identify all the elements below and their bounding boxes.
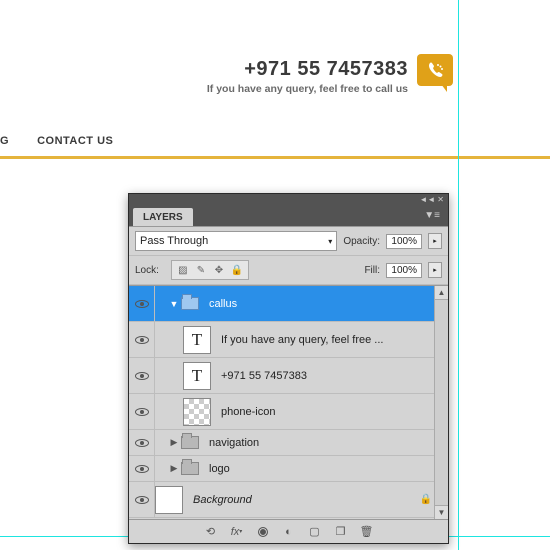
scrollbar[interactable]: ▲ ▼ [434, 286, 448, 519]
layer-name[interactable]: +971 55 7457383 [221, 370, 307, 382]
eye-icon [135, 465, 149, 473]
visibility-toggle[interactable] [129, 430, 155, 455]
fill-label: Fill: [364, 265, 380, 276]
new-layer-icon[interactable]: ❐ [333, 524, 349, 540]
lock-position-icon[interactable]: ✥ [212, 263, 226, 277]
layer-row[interactable]: T +971 55 7457383 [129, 358, 448, 394]
close-panel-icon[interactable]: ✕ [437, 195, 444, 204]
tab-layers[interactable]: LAYERS [133, 208, 193, 226]
text-layer-thumb: T [183, 362, 211, 390]
visibility-toggle[interactable] [129, 286, 155, 321]
delete-layer-icon[interactable]: 🗑 [359, 524, 375, 540]
link-layers-icon[interactable]: ⟲ [203, 524, 219, 540]
raster-layer-thumb [183, 398, 211, 426]
eye-icon [135, 372, 149, 380]
eye-icon [135, 300, 149, 308]
scroll-down-icon[interactable]: ▼ [435, 505, 448, 519]
layer-name[interactable]: logo [209, 463, 230, 475]
eye-icon [135, 496, 149, 504]
fill-input[interactable]: 100% [386, 263, 422, 278]
layer-row[interactable]: ▼ callus [129, 286, 448, 322]
guide-vertical[interactable] [458, 0, 459, 550]
layers-panel: ◄◄ ✕ LAYERS ▼≡ Pass Through ▾ Opacity: 1… [128, 193, 449, 544]
phone-number: +971 55 7457383 [207, 58, 408, 81]
visibility-toggle[interactable] [129, 358, 155, 393]
eye-icon [135, 336, 149, 344]
lock-icon-group: ▨ ✎ ✥ 🔒 [171, 260, 249, 280]
panel-menu-icon[interactable]: ▼≡ [420, 208, 444, 223]
phone-block: +971 55 7457383 If you have any query, f… [207, 58, 408, 95]
collapse-icon[interactable]: ◄◄ [419, 195, 435, 204]
new-group-icon[interactable]: ▢ [307, 524, 323, 540]
lock-pixels-icon[interactable]: ✎ [194, 263, 208, 277]
folder-disclosure-icon[interactable]: ▶ [169, 437, 179, 448]
layer-name[interactable]: navigation [209, 437, 259, 449]
layer-row[interactable]: ▶ logo [129, 456, 448, 482]
layer-name[interactable]: phone-icon [221, 406, 275, 418]
text-layer-thumb: T [183, 326, 211, 354]
scroll-up-icon[interactable]: ▲ [435, 286, 448, 300]
adjustment-layer-icon[interactable]: ◐ [281, 524, 297, 540]
phone-tagline: If you have any query, feel free to call… [207, 83, 408, 95]
layer-name[interactable]: If you have any query, feel free ... [221, 334, 383, 346]
visibility-toggle[interactable] [129, 394, 155, 429]
lock-icon: 🔒 [420, 494, 432, 505]
opacity-label: Opacity: [343, 236, 380, 247]
opacity-slider-btn[interactable]: ▸ [428, 233, 442, 249]
visibility-toggle[interactable] [129, 322, 155, 357]
bg-layer-thumb [155, 486, 183, 514]
eye-icon [135, 408, 149, 416]
layer-row[interactable]: ▶ navigation [129, 430, 448, 456]
visibility-toggle[interactable] [129, 456, 155, 481]
lock-row: Lock: ▨ ✎ ✥ 🔒 Fill: 100% ▸ [129, 256, 448, 285]
folder-icon [179, 460, 201, 478]
design-canvas: +971 55 7457383 If you have any query, f… [0, 0, 550, 170]
eye-icon [135, 439, 149, 447]
nav-underline [0, 156, 550, 159]
folder-icon [179, 295, 201, 313]
layer-style-icon[interactable]: fx▾ [229, 524, 245, 540]
layer-row[interactable]: phone-icon [129, 394, 448, 430]
blend-mode-select[interactable]: Pass Through ▾ [135, 231, 337, 251]
fill-slider-btn[interactable]: ▸ [428, 262, 442, 278]
folder-disclosure-icon[interactable]: ▶ [169, 463, 179, 474]
lock-all-icon[interactable]: 🔒 [230, 263, 244, 277]
layer-row[interactable]: T If you have any query, feel free ... [129, 322, 448, 358]
layer-name[interactable]: Background [193, 494, 252, 506]
folder-icon [179, 434, 201, 452]
lock-label: Lock: [135, 265, 159, 276]
panel-tabs: LAYERS ▼≡ [129, 204, 448, 226]
layer-mask-icon[interactable] [255, 524, 271, 540]
visibility-toggle[interactable] [129, 482, 155, 517]
layer-list: ▲ ▼ ▼ callus T If you have any query, feel … [129, 285, 448, 519]
panel-header-bar[interactable]: ◄◄ ✕ [129, 194, 448, 204]
panel-footer: ⟲ fx▾ ◐ ▢ ❐ 🗑 [129, 519, 448, 543]
opacity-input[interactable]: 100% [386, 234, 422, 249]
blend-row: Pass Through ▾ Opacity: 100% ▸ [129, 227, 448, 256]
layer-name[interactable]: callus [209, 298, 237, 310]
phone-speech-icon [417, 54, 453, 86]
folder-disclosure-icon[interactable]: ▼ [169, 299, 179, 309]
layer-row[interactable]: Background 🔒 [129, 482, 448, 518]
lock-transparency-icon[interactable]: ▨ [176, 263, 190, 277]
